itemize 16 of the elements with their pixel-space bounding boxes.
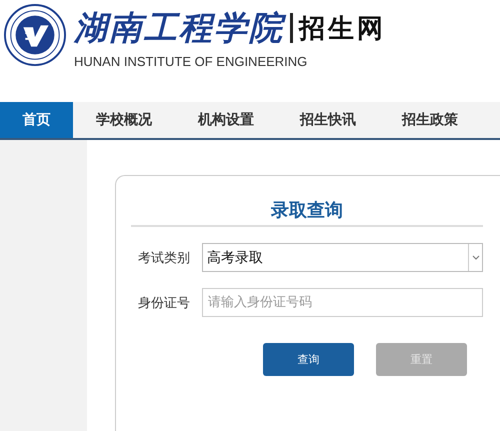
nav-tab[interactable]: 学校概况	[73, 102, 175, 138]
field-label: 考试类别	[138, 250, 191, 266]
exam-type-select[interactable]: 高考录取	[202, 243, 483, 272]
nav-tab[interactable]: 机构设置	[175, 102, 277, 138]
school-name: 湖南工程学院	[74, 8, 284, 48]
id-number-field[interactable]: 请输入身份证号码	[202, 288, 483, 317]
site-name: 招生网	[299, 12, 386, 46]
query-button[interactable]: 查询	[263, 343, 354, 376]
form-title: 录取查询	[131, 198, 483, 227]
school-english-name: HUNAN INSTITUTE OF ENGINEERING	[74, 54, 308, 69]
field-label: 身份证号	[138, 294, 191, 312]
caret-icon	[472, 255, 480, 260]
nav-tab[interactable]: 招生政策	[379, 102, 481, 138]
nav-tab[interactable]: 首页	[0, 102, 73, 138]
logo-icon	[4, 4, 66, 66]
nav-tab[interactable]: 招生快讯	[277, 102, 379, 138]
